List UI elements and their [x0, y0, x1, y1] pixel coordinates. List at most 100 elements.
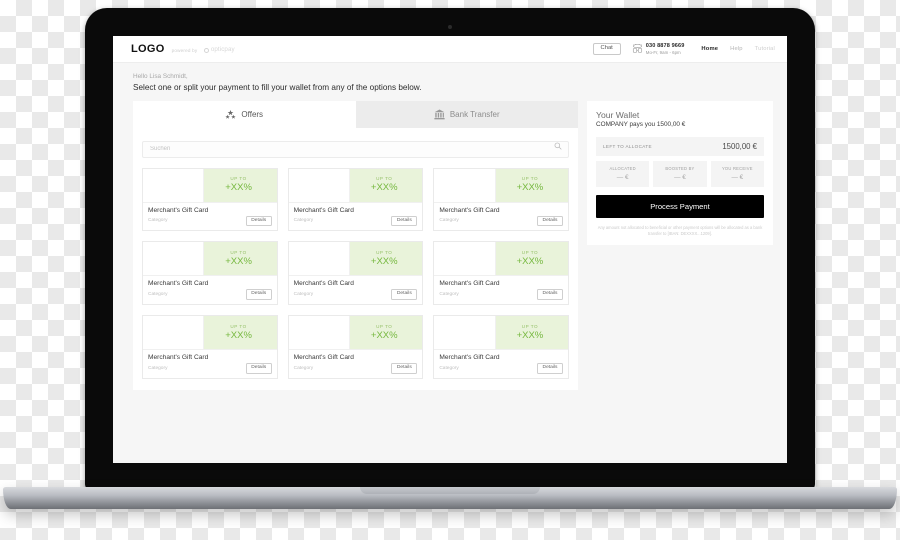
gift-card-title: Merchant's Gift Card	[439, 280, 500, 288]
details-button[interactable]: Details	[537, 363, 563, 375]
merchant-image-placeholder	[143, 316, 205, 350]
boost-prefix: UP TO	[521, 324, 539, 330]
laptop-mockup: LOGO powered by opticpay Chat 030 8878 9…	[0, 0, 900, 540]
boost-value: +XX%	[370, 330, 398, 342]
gift-card-category: Category	[148, 366, 168, 372]
gift-card-title: Merchant's Gift Card	[148, 280, 209, 288]
stat-allocated-label: ALLOCATED	[609, 166, 636, 171]
gift-card[interactable]: UP TO +XX% Merchant's Gift Card Category Det…	[433, 315, 569, 380]
main-navigation: Home Help Tutorial	[701, 46, 775, 52]
stat-allocated: ALLOCATED — €	[596, 161, 650, 187]
boost-value: +XX%	[225, 182, 252, 194]
gift-card-footer: Category Details	[294, 289, 418, 301]
gift-card-info: Merchant's Gift Card Category Details	[143, 201, 277, 231]
details-button[interactable]: Details	[537, 289, 563, 301]
gift-card-footer: Category Details	[148, 289, 272, 301]
gift-card-grid: UP TO +XX% Merchant's Gift Card Category Det…	[142, 167, 569, 380]
phone-details: 030 8878 9669 Mo-Fr, 9am - 6pm	[646, 43, 685, 54]
gift-card-title: Merchant's Gift Card	[439, 206, 500, 214]
wallet-column: Your Wallet COMPANY pays you 1500,00 € L…	[587, 101, 773, 390]
gift-card-footer: Category Details	[439, 363, 563, 375]
gift-card[interactable]: UP TO +XX% Merchant's Gift Card Category Det…	[287, 241, 424, 306]
gift-card-visual: UP TO +XX%	[143, 316, 277, 350]
search-icon[interactable]	[554, 142, 562, 150]
gift-card-visual: UP TO +XX%	[288, 242, 423, 276]
process-payment-button[interactable]: Process Payment	[596, 194, 764, 218]
details-button[interactable]: Details	[391, 289, 418, 301]
gift-card[interactable]: UP TO +XX% Merchant's Gift Card Category Det…	[433, 167, 569, 232]
stat-you-receive-value: — €	[731, 173, 744, 181]
wallet-disclaimer: Any amount not allocated to beneficial o…	[597, 224, 763, 236]
boost-value: +XX%	[516, 182, 544, 194]
chat-button[interactable]: Chat	[592, 42, 621, 56]
content-columns: Offers Bank Transfer Suchen UP TO +XX% M…	[113, 101, 787, 391]
tab-bank-transfer-label: Bank Transfer	[449, 110, 500, 119]
boost-value: +XX%	[370, 182, 398, 194]
nav-link-help[interactable]: Help	[730, 46, 743, 52]
gift-card-visual: UP TO +XX%	[434, 242, 568, 276]
wallet-panel: Your Wallet COMPANY pays you 1500,00 € L…	[587, 101, 773, 245]
provider-brand: opticpay	[204, 46, 235, 53]
gift-card-title: Merchant's Gift Card	[148, 354, 209, 362]
boost-badge: UP TO +XX%	[350, 242, 423, 276]
phone-support-block: 030 8878 9669 Mo-Fr, 9am - 6pm	[632, 43, 685, 55]
merchant-image-placeholder	[434, 316, 496, 350]
bank-icon	[434, 109, 445, 120]
boost-value: +XX%	[225, 330, 252, 342]
details-button[interactable]: Details	[391, 363, 418, 375]
gift-card-category: Category	[293, 218, 314, 224]
gift-card-footer: Category Details	[439, 289, 563, 301]
wallet-stats-row: ALLOCATED — € BOOSTED BY — € YOU RECEIVE…	[596, 161, 764, 187]
boost-badge: UP TO +XX%	[495, 316, 568, 350]
gift-card-info: Merchant's Gift Card Category Details	[434, 275, 568, 304]
gift-card-info: Merchant's Gift Card Category Details	[143, 275, 277, 304]
stat-boosted-by-label: BOOSTED BY	[665, 166, 695, 171]
gift-card-category: Category	[439, 366, 459, 372]
left-to-allocate-row: LEFT TO ALLOCATE 1500,00 €	[596, 137, 764, 156]
phone-number: 030 8878 9669	[645, 43, 685, 50]
stat-you-receive-label: YOU RECEIVE	[721, 166, 753, 171]
boost-prefix: UP TO	[230, 176, 247, 182]
tab-offers[interactable]: Offers	[133, 101, 356, 128]
gift-card-category: Category	[148, 218, 168, 224]
tab-offers-label: Offers	[241, 110, 264, 119]
gift-card-footer: Category Details	[294, 363, 418, 375]
details-button[interactable]: Details	[245, 289, 272, 301]
gift-card[interactable]: UP TO +XX% Merchant's Gift Card Category Det…	[287, 167, 424, 232]
offers-panel: UP TO+XX%Merchant's Gift CardCategoryDet…	[133, 128, 578, 391]
gift-card-footer: Category Details	[148, 215, 272, 227]
stars-icon	[225, 109, 237, 120]
gift-card-info: Merchant's Gift Card Category Details	[434, 349, 568, 378]
gift-card[interactable]: UP TO +XX% Merchant's Gift Card Category Det…	[142, 241, 278, 306]
gift-card-info: Merchant's Gift Card Category Details	[288, 201, 423, 231]
search-input[interactable]	[142, 140, 569, 158]
nav-link-tutorial[interactable]: Tutorial	[755, 46, 775, 52]
details-button[interactable]: Details	[391, 215, 418, 227]
gift-card-footer: Category Details	[293, 215, 418, 227]
details-button[interactable]: Details	[245, 215, 272, 227]
offers-column: Offers Bank Transfer Suchen UP TO +XX% M…	[133, 101, 578, 391]
tab-bank-transfer[interactable]: Bank Transfer	[355, 101, 578, 128]
boost-badge: UP TO +XX%	[495, 242, 568, 276]
gift-card[interactable]: UP TO +XX% Merchant's Gift Card Category Det…	[433, 241, 569, 306]
stat-boosted-by-value: — €	[674, 173, 686, 181]
stat-allocated-value: — €	[616, 173, 629, 181]
boost-prefix: UP TO	[376, 324, 393, 330]
gift-card-visual: UP TO +XX%	[143, 242, 277, 276]
details-button[interactable]: Details	[245, 363, 272, 375]
merchant-image-placeholder	[288, 316, 351, 350]
merchant-image-placeholder	[288, 242, 351, 276]
merchant-image-placeholder	[434, 168, 496, 202]
webcam-icon	[448, 25, 452, 29]
gift-card[interactable]: UP TO +XX% Merchant's Gift Card Category Det…	[287, 315, 424, 380]
details-button[interactable]: Details	[537, 215, 563, 227]
boost-prefix: UP TO	[376, 250, 393, 256]
brand-lockup: LOGO powered by opticpay	[131, 43, 235, 55]
tab-bar: Offers Bank Transfer	[133, 101, 578, 128]
gift-card[interactable]: UP TO +XX% Merchant's Gift Card Category Det…	[142, 315, 278, 380]
nav-link-home[interactable]: Home	[701, 46, 718, 52]
phone-support-icon	[632, 44, 642, 54]
phone-hours: Mo-Fr, 9am - 6pm	[645, 49, 681, 55]
boost-value: +XX%	[225, 256, 252, 268]
gift-card[interactable]: UP TO +XX% Merchant's Gift Card Category Det…	[142, 167, 278, 232]
